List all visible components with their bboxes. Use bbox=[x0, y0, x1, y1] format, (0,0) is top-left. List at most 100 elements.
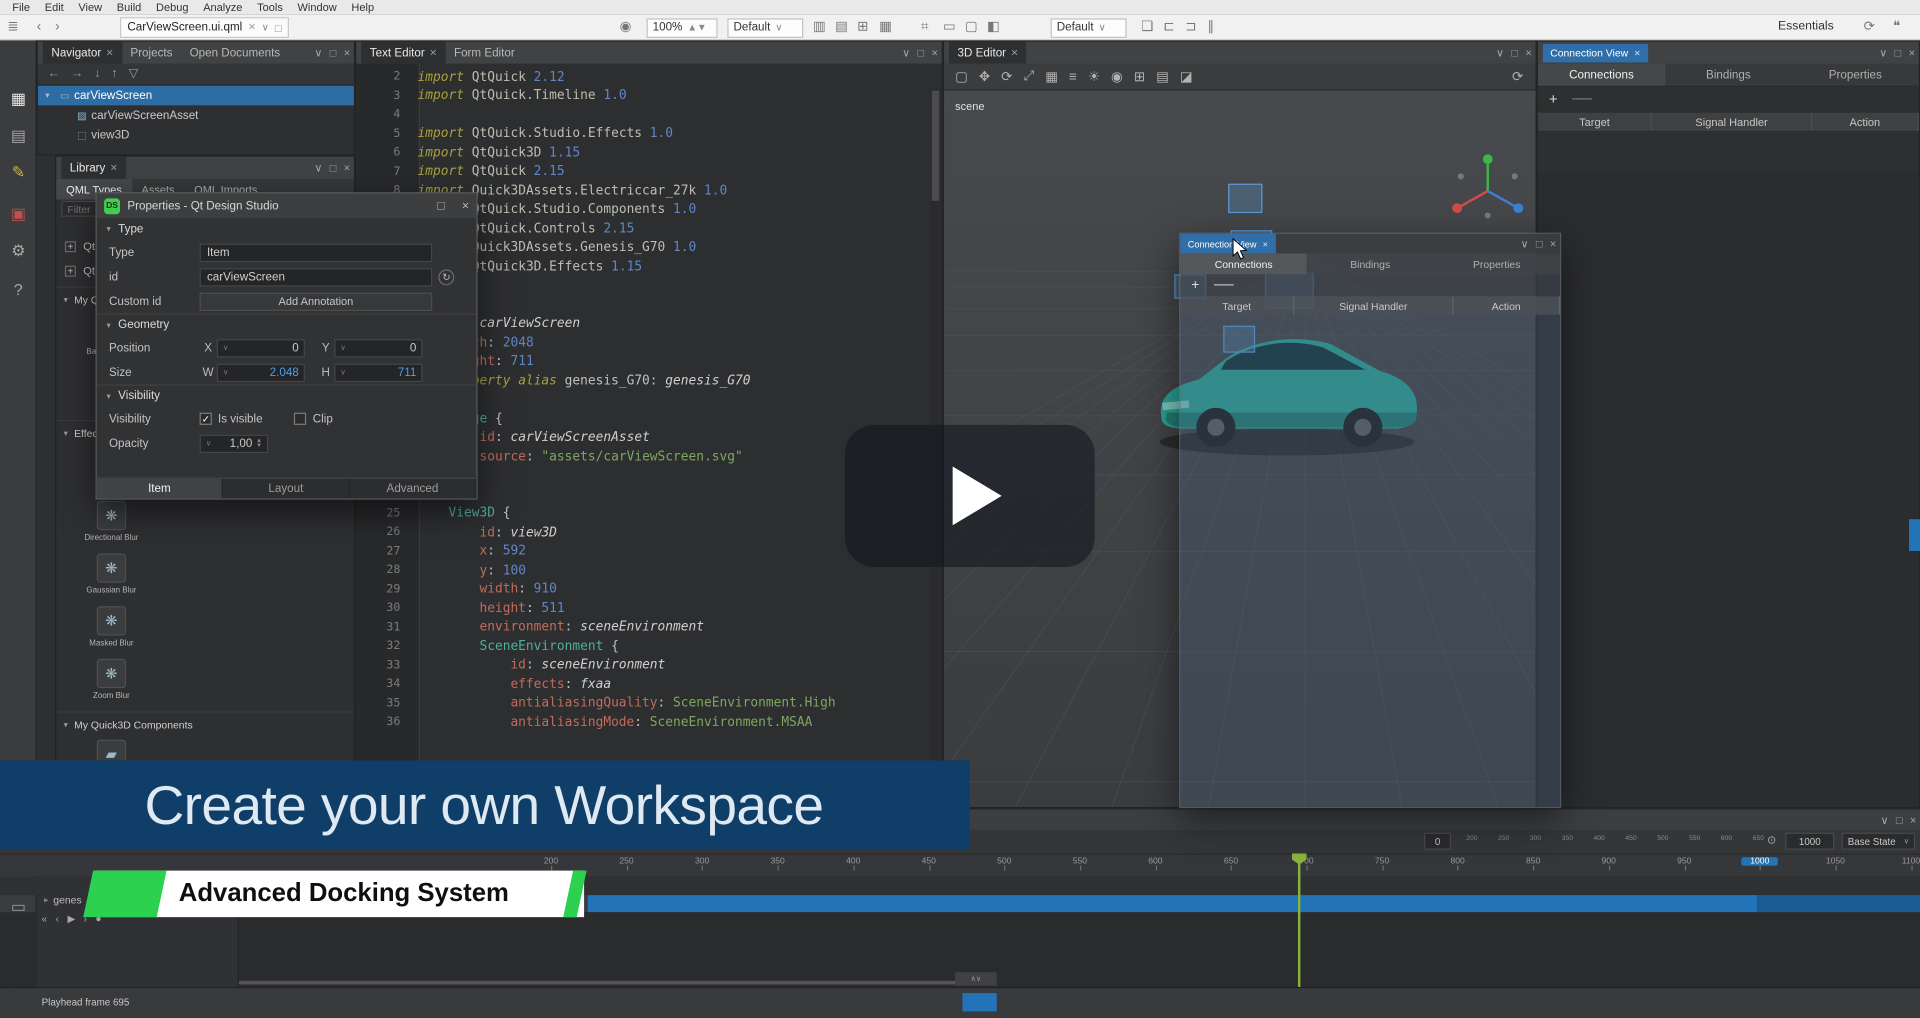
play-icon[interactable]: ▶ bbox=[68, 913, 76, 924]
selection-box[interactable] bbox=[1228, 184, 1262, 213]
keyframe-marker[interactable] bbox=[962, 993, 996, 1011]
select-tool-icon[interactable]: ▢ bbox=[955, 69, 968, 85]
tab-navigator[interactable]: Navigator× bbox=[43, 42, 122, 64]
id-input[interactable]: carViewScreen bbox=[200, 268, 433, 286]
light-tool-icon[interactable]: ☀ bbox=[1088, 69, 1100, 85]
spin-up-down-icon[interactable]: ▲▼ bbox=[256, 438, 262, 448]
tab-connection-view[interactable]: Connection View × bbox=[1543, 43, 1648, 61]
dialog-tab-item[interactable]: Item bbox=[97, 479, 224, 499]
collapse-icon[interactable]: ∨ bbox=[314, 161, 322, 174]
close-icon[interactable]: × bbox=[110, 161, 117, 174]
tab-properties[interactable]: Properties bbox=[1792, 64, 1919, 86]
align-right-icon[interactable]: ⊐ bbox=[1185, 18, 1196, 36]
tab-projects[interactable]: Projects bbox=[122, 42, 181, 64]
close-panel-icon[interactable]: × bbox=[932, 47, 938, 59]
collapse-icon[interactable]: ∨ bbox=[1496, 46, 1504, 59]
remove-connection-button[interactable]: — bbox=[1214, 274, 1234, 296]
align-left-icon[interactable]: ⊏ bbox=[1163, 18, 1174, 36]
forward-icon[interactable]: › bbox=[55, 18, 59, 36]
move-down-icon[interactable]: ↓ bbox=[94, 67, 100, 80]
reset-id-icon[interactable]: ↻ bbox=[438, 269, 454, 285]
clip-checkbox[interactable] bbox=[294, 413, 306, 425]
type-input[interactable]: Item bbox=[200, 243, 433, 261]
rotate-tool-icon[interactable]: ⟳ bbox=[1001, 69, 1012, 85]
tab-bindings[interactable]: Bindings bbox=[1665, 64, 1792, 86]
add-connection-button[interactable]: + bbox=[1549, 91, 1558, 108]
tab-connections[interactable]: Connections bbox=[1538, 64, 1665, 86]
collapse-arrow-icon[interactable]: ▾ bbox=[64, 719, 68, 729]
tab-bindings[interactable]: Bindings bbox=[1307, 253, 1434, 274]
help-icon[interactable]: ? bbox=[0, 280, 37, 298]
zoom-magnifier-icon[interactable]: ⊙ bbox=[1767, 834, 1776, 847]
reset-view-icon[interactable]: ⟳ bbox=[1512, 69, 1523, 85]
tab-3d-editor[interactable]: 3D Editor × bbox=[949, 42, 1027, 64]
menu-debug[interactable]: Debug bbox=[149, 0, 196, 15]
split-view-icon[interactable]: ▥ bbox=[813, 18, 826, 36]
maximize-icon[interactable]: □ bbox=[437, 199, 444, 212]
remove-connection-button[interactable]: — bbox=[1572, 88, 1592, 110]
menu-edit[interactable]: Edit bbox=[37, 0, 71, 15]
zoom-stepper-icon[interactable]: ▲▼ bbox=[687, 22, 706, 33]
tools-icon[interactable]: ⚙ bbox=[0, 241, 37, 261]
menu-tools[interactable]: Tools bbox=[250, 0, 290, 15]
to-start-icon[interactable]: « bbox=[42, 913, 47, 924]
library-item-masked-blur[interactable]: ❋Masked Blur bbox=[66, 606, 157, 648]
workspace-mode-label[interactable]: Essentials bbox=[1778, 20, 1834, 33]
opacity-spinbox[interactable]: ∨ 1,00 ▲▼ bbox=[200, 434, 269, 452]
float-panel-icon[interactable]: □ bbox=[1896, 814, 1903, 826]
timeline-end-frame-box[interactable]: 1000 bbox=[1785, 833, 1834, 850]
wireframe-tool-icon[interactable]: ▤ bbox=[1156, 69, 1169, 85]
bounds-icon[interactable]: ▭ bbox=[943, 18, 956, 36]
frame-value-box[interactable]: 0 bbox=[1424, 833, 1451, 850]
scrollbar-thumb[interactable] bbox=[932, 91, 939, 201]
visibility-section-header[interactable]: ▾ Visibility bbox=[97, 384, 477, 406]
timeline-track-item[interactable]: ▸ genes bbox=[44, 894, 82, 906]
close-icon[interactable]: × bbox=[1011, 46, 1018, 59]
axis-gizmo[interactable] bbox=[1446, 152, 1532, 228]
tab-form-editor[interactable]: Form Editor bbox=[445, 42, 523, 64]
document-dropdown-icon[interactable]: ∨ bbox=[262, 22, 269, 33]
scale-tool-icon[interactable]: ⤢ bbox=[1023, 69, 1034, 85]
tab-connection-view[interactable]: Connection View × bbox=[1180, 234, 1275, 254]
library-item-gaussian-blur[interactable]: ❋Gaussian Blur bbox=[66, 553, 157, 595]
float-panel-icon[interactable]: □ bbox=[1536, 238, 1543, 250]
library-item-directional-blur[interactable]: ❋Directional Blur bbox=[66, 501, 157, 543]
type-section-header[interactable]: ▾ Type bbox=[97, 218, 477, 240]
add-annotation-button[interactable]: Add Annotation bbox=[200, 292, 433, 310]
grid-toggle-icon[interactable]: ⊞ bbox=[857, 18, 868, 36]
collapse-icon[interactable]: ∨ bbox=[1880, 814, 1888, 827]
dialog-tab-advanced[interactable]: Advanced bbox=[350, 479, 477, 499]
close-panel-icon[interactable]: × bbox=[1550, 238, 1556, 250]
tab-properties[interactable]: Properties bbox=[1433, 253, 1560, 274]
collapse-icon[interactable]: ∨ bbox=[1879, 46, 1887, 59]
position-y-spinbox[interactable]: ∨0 bbox=[334, 339, 422, 357]
close-icon[interactable]: × bbox=[106, 46, 113, 59]
close-icon[interactable]: × bbox=[1634, 47, 1640, 59]
collapse-arrow-icon[interactable]: ▾ bbox=[64, 294, 68, 304]
float-panel-icon[interactable]: □ bbox=[330, 47, 337, 59]
float-panel-icon[interactable]: □ bbox=[1511, 47, 1518, 59]
style-select[interactable]: Default ∨ bbox=[727, 18, 803, 38]
tree-item-carviewscreenasset[interactable]: ▨carViewScreenAsset bbox=[38, 105, 354, 125]
add-connection-button[interactable]: + bbox=[1191, 278, 1199, 293]
float-panel-icon[interactable]: □ bbox=[918, 47, 925, 59]
close-panel-icon[interactable]: × bbox=[344, 162, 350, 174]
geometry-section-header[interactable]: ▾ Geometry bbox=[97, 313, 477, 335]
guides-icon[interactable]: ⌗ bbox=[921, 18, 929, 36]
design-icon[interactable]: ▣ bbox=[0, 204, 37, 224]
previous-keyframe-icon[interactable]: ‹ bbox=[56, 913, 59, 924]
open-document-tab[interactable]: CarViewScreen.ui.qml × ∨ □ bbox=[120, 17, 289, 38]
collapse-icon[interactable]: ∨ bbox=[314, 46, 322, 59]
size-h-spinbox[interactable]: ∨711 bbox=[334, 363, 422, 381]
expand-arrow-icon[interactable]: ▸ bbox=[44, 895, 48, 905]
welcome-icon[interactable]: ▤ bbox=[0, 126, 37, 146]
close-panel-icon[interactable]: × bbox=[1909, 47, 1915, 59]
grid-tool-icon[interactable]: ⊞ bbox=[1134, 69, 1145, 85]
tab-open-documents[interactable]: Open Documents bbox=[181, 42, 289, 64]
library-section-my-quick3d-components[interactable]: ▾My Quick3D Components bbox=[56, 711, 354, 735]
merge-view-icon[interactable]: ▤ bbox=[835, 18, 848, 36]
tab-text-editor[interactable]: Text Editor× bbox=[361, 42, 445, 64]
size-w-spinbox[interactable]: ∨2.048 bbox=[217, 363, 305, 381]
menu-help[interactable]: Help bbox=[344, 0, 381, 15]
snap-toggle-icon[interactable]: ▦ bbox=[879, 18, 892, 36]
